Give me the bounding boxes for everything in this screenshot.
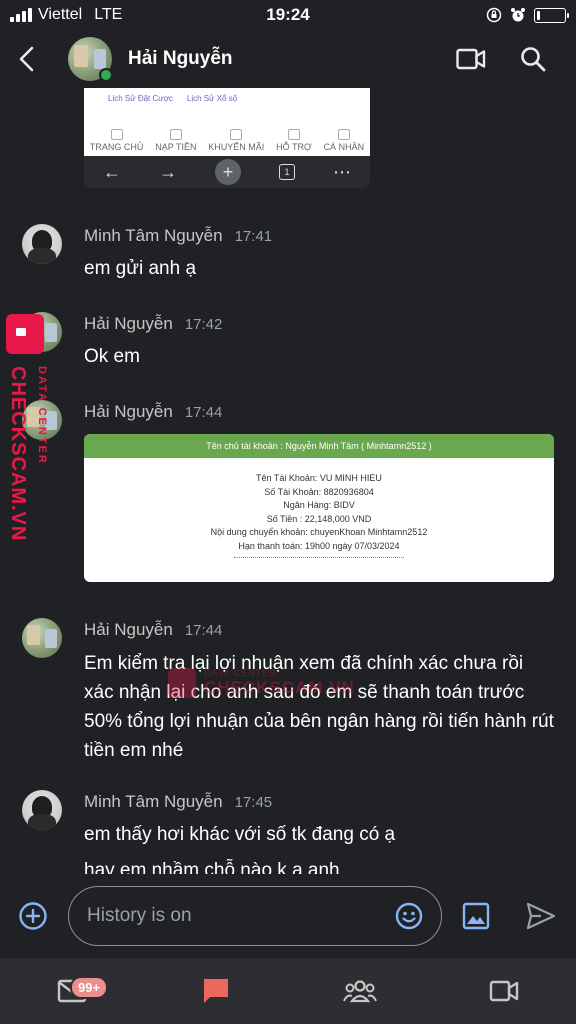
chevron-left-icon	[19, 46, 34, 72]
bottom-navigation: 99+	[0, 958, 576, 1024]
message-header: Hải Nguyễn 17:42	[84, 314, 222, 334]
chat-header: Hải Nguyễn	[0, 30, 576, 88]
message-time: 17:42	[184, 316, 223, 333]
chat-icon	[204, 979, 228, 1003]
transfer-info-image[interactable]: Tên chủ tài khoản : Nguyễn Minh Tâm ( Mi…	[84, 434, 554, 582]
status-time: 19:24	[266, 5, 310, 24]
send-icon[interactable]	[526, 902, 556, 930]
message-time: 17:44	[184, 404, 223, 421]
people-icon	[343, 980, 377, 1003]
message-time: 17:44	[184, 622, 223, 639]
transfer-line: Số Tiền : 22,148,000 VND	[266, 513, 372, 524]
sender-avatar[interactable]	[22, 224, 62, 264]
sender-name: Hải Nguyễn	[84, 402, 173, 421]
shot-back-arrow-icon: ←	[103, 161, 121, 182]
dotted-divider	[234, 557, 404, 558]
transfer-line: Số Tài Khoản: 8820936804	[264, 486, 374, 497]
watermark-sub: DATA CENTER	[204, 668, 277, 678]
shot-nav-support: HỖ TRỢ	[276, 129, 312, 152]
shot-more-icon: ⋯	[333, 161, 351, 182]
shared-screenshot-image[interactable]: Lịch Sử Đặt Cược Lịch Sử Xổ số TRANG CHỦ…	[84, 88, 370, 188]
message-header: Hải Nguyễn 17:44	[84, 620, 222, 640]
shot-nav-profile: CÁ NHÂN	[324, 129, 364, 152]
video-icon	[489, 980, 519, 1002]
message-text-partial[interactable]: hay em nhầm chỗ nào k a anh	[84, 856, 554, 874]
shot-tab-count: 1	[279, 164, 295, 180]
message-text[interactable]: em gửi anh ạ	[84, 254, 554, 283]
emoji-icon[interactable]	[395, 902, 423, 930]
shot-nav-promo: KHUYẾN MÃI	[208, 129, 264, 152]
message-header: Minh Tâm Nguyễn 17:45	[84, 792, 272, 812]
transfer-header: Tên chủ tài khoản : Nguyễn Minh Tâm ( Mi…	[84, 434, 554, 458]
transfer-line: Hạn thanh toán: 19h00 ngày 07/03/2024	[238, 540, 400, 551]
watermark-center: DATA CENTER CHECKSCAM.VN	[168, 668, 355, 698]
watermark-brand: CHECKSCAM.VN	[7, 366, 29, 542]
contact-name[interactable]: Hải Nguyễn	[128, 48, 233, 70]
message-input[interactable]: History is on	[68, 886, 442, 946]
shot-forward-arrow-icon: →	[159, 161, 177, 182]
battery-icon	[534, 7, 569, 23]
shot-nav-home: TRANG CHỦ	[90, 129, 143, 152]
nav-mail[interactable]: 99+	[42, 966, 109, 1016]
message-text[interactable]: Ok em	[84, 342, 554, 371]
message-text[interactable]: em thấy hơi khác với số tk đang có ạ	[84, 820, 554, 849]
watermark-lock-icon	[6, 314, 44, 354]
sender-avatar[interactable]	[22, 618, 62, 658]
message-composer: History is on	[0, 874, 576, 958]
shot-plus-icon: +	[215, 159, 241, 185]
watermark-lock-icon	[168, 668, 196, 698]
video-call-icon[interactable]	[456, 48, 486, 70]
transfer-line: Ngân Hàng: BIDV	[283, 500, 355, 510]
transfer-line: Tên Tài Khoản: VU MINH HIEU	[256, 473, 382, 483]
sender-name: Minh Tâm Nguyễn	[84, 792, 223, 811]
message-time: 17:45	[234, 794, 273, 811]
status-bar: Viettel LTE 19:24	[0, 0, 576, 30]
sender-name: Minh Tâm Nguyễn	[84, 226, 223, 245]
nav-chat[interactable]	[186, 966, 246, 1016]
watermark-logo: CHECKSCAM.VN DATA CENTER	[6, 314, 56, 564]
nav-spaces[interactable]	[330, 966, 390, 1016]
message-text[interactable]: Em kiểm tra lại lợi nhuận xem đã chính x…	[84, 649, 554, 765]
message-header: Minh Tâm Nguyễn 17:41	[84, 226, 272, 246]
watermark-brand: CHECKSCAM.VN	[204, 678, 355, 697]
shot-nav-deposit: NẠP TIỀN	[155, 129, 196, 152]
online-status-dot	[99, 68, 113, 82]
watermark-sub: DATA CENTER	[36, 366, 48, 465]
sender-name: Hải Nguyễn	[84, 620, 173, 639]
message-header: Hải Nguyễn 17:44	[84, 402, 222, 422]
shot-label-2: Lịch Sử Xổ số	[186, 94, 238, 103]
nav-meet[interactable]	[474, 966, 534, 1016]
message-input-placeholder: History is on	[87, 905, 192, 926]
back-button[interactable]	[0, 30, 54, 88]
contact-avatar[interactable]	[68, 37, 113, 82]
sender-avatar[interactable]	[22, 790, 62, 830]
sender-name: Hải Nguyễn	[84, 314, 173, 333]
add-circle-icon[interactable]	[18, 901, 48, 931]
search-icon[interactable]	[520, 46, 546, 72]
image-icon[interactable]	[462, 902, 490, 930]
message-time: 17:41	[234, 228, 273, 245]
shot-label-1: Lịch Sử Đặt Cược	[108, 94, 173, 103]
mail-badge: 99+	[70, 976, 109, 999]
transfer-line: Nội dung chuyển khoản: chuyenKhoan Minht…	[210, 527, 428, 537]
